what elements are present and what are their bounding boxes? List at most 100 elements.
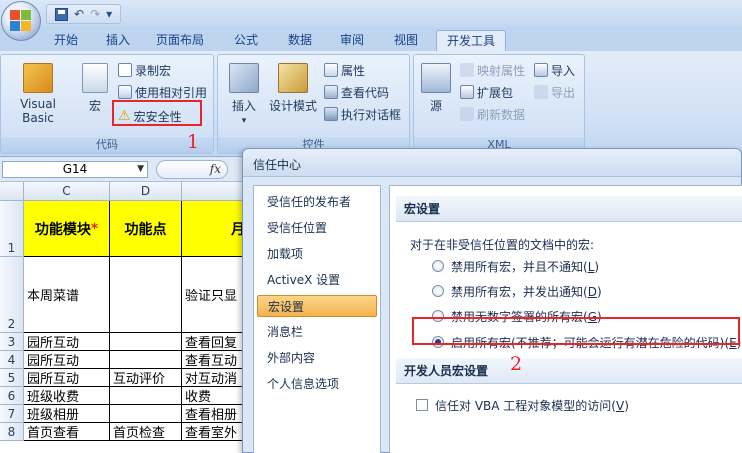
macro-security-highlight	[112, 100, 202, 126]
select-all-corner[interactable]	[0, 182, 24, 201]
tab-data[interactable]: 数据	[282, 30, 318, 51]
name-box[interactable]: G14 ▼	[2, 161, 148, 178]
insert-function-button[interactable]: fx	[156, 160, 228, 179]
source-button[interactable]: 源	[420, 63, 452, 114]
nav-trusted-locations[interactable]: 受信任位置	[257, 217, 377, 239]
view-code-icon	[324, 85, 338, 99]
row-header[interactable]: 4	[0, 351, 24, 369]
developer-macro-settings-heading: 开发人员宏设置	[396, 358, 742, 384]
table-cell[interactable]: 园所互动	[24, 333, 110, 351]
table-cell[interactable]	[110, 333, 182, 351]
relative-reference-icon	[118, 85, 132, 99]
table-cell[interactable]: 本周菜谱	[24, 257, 110, 333]
insert-control-button[interactable]: 插入 ▾	[224, 63, 264, 126]
row-header[interactable]: 1	[0, 201, 24, 257]
table-cell[interactable]: 查看相册	[182, 405, 250, 423]
annotation-number-1: 1	[187, 131, 200, 153]
table-cell[interactable]: 班级相册	[24, 405, 110, 423]
table-cell[interactable]: 查看互动	[182, 351, 250, 369]
vba-trust-checkbox[interactable]	[416, 399, 428, 411]
title-bar: ↶ ↷ ▾	[0, 0, 742, 41]
table-cell[interactable]	[110, 405, 182, 423]
nav-macro-settings[interactable]: 宏设置	[257, 295, 377, 317]
table-cell[interactable]: 首页查看	[24, 423, 110, 441]
refresh-icon	[460, 107, 474, 121]
quick-access-toolbar: ↶ ↷ ▾	[46, 4, 122, 24]
nav-message-bar[interactable]: 消息栏	[257, 321, 377, 343]
tab-review[interactable]: 审阅	[334, 30, 370, 51]
column-header-e[interactable]	[182, 182, 250, 201]
design-mode-button[interactable]: 设计模式	[266, 63, 320, 114]
enable-all-macros-highlight	[412, 317, 740, 345]
undo-icon[interactable]: ↶	[74, 7, 84, 21]
view-code-button[interactable]: 查看代码	[324, 83, 389, 101]
column-header-c[interactable]: C	[24, 182, 110, 201]
macros-icon	[82, 63, 108, 93]
tab-insert[interactable]: 插入	[100, 30, 136, 51]
trust-center-dialog: 信任中心 受信任的发布者 受信任位置 加载项 ActiveX 设置 宏设置 消息…	[242, 148, 742, 453]
dialog-title-bar[interactable]: 信任中心	[243, 149, 741, 177]
nav-trusted-publishers[interactable]: 受信任的发布者	[257, 191, 377, 213]
table-cell[interactable]	[110, 351, 182, 369]
chevron-down-icon: ▼	[137, 164, 144, 174]
export-button[interactable]: 导出	[534, 83, 575, 101]
table-cell[interactable]: 验证只显	[182, 257, 250, 333]
table-header-cell[interactable]: 月	[182, 201, 250, 257]
table-cell[interactable]	[110, 257, 182, 333]
table-cell[interactable]: 收费	[182, 387, 250, 405]
tab-view[interactable]: 视图	[388, 30, 424, 51]
tab-formulas[interactable]: 公式	[228, 30, 264, 51]
nav-activex-settings[interactable]: ActiveX 设置	[257, 269, 377, 291]
tab-home[interactable]: 开始	[48, 30, 84, 51]
nav-external-content[interactable]: 外部内容	[257, 347, 377, 369]
row-header[interactable]: 5	[0, 369, 24, 387]
tab-developer[interactable]: 开发工具	[436, 30, 506, 51]
row-header[interactable]: 2	[0, 257, 24, 333]
table-cell[interactable]: 查看回复	[182, 333, 250, 351]
record-macro-button[interactable]: 录制宏	[118, 61, 171, 79]
table-cell[interactable]: 班级收费	[24, 387, 110, 405]
properties-button[interactable]: 属性	[324, 61, 365, 79]
radio-disable-with-notify[interactable]: 禁用所有宏，并发出通知(D)	[432, 282, 602, 300]
trust-center-nav: 受信任的发布者 受信任位置 加载项 ActiveX 设置 宏设置 消息栏 外部内…	[253, 185, 381, 453]
fx-icon: fx	[209, 162, 221, 176]
column-header-d[interactable]: D	[110, 182, 182, 201]
relative-reference-button[interactable]: 使用相对引用	[118, 83, 207, 101]
annotation-number-2: 2	[510, 353, 523, 375]
nav-privacy-options[interactable]: 个人信息选项	[257, 373, 377, 395]
controls-group: 插入 ▾ 设计模式 属性 查看代码 执行对话框 控件	[217, 54, 410, 154]
save-icon[interactable]	[55, 7, 68, 21]
radio-disable-no-notify[interactable]: 禁用所有宏，并且不通知(L)	[432, 257, 599, 275]
import-button[interactable]: 导入	[534, 61, 575, 79]
radio-button[interactable]	[432, 260, 444, 272]
row-header[interactable]: 3	[0, 333, 24, 351]
table-cell[interactable]: 查看室外	[182, 423, 250, 441]
table-cell[interactable]: 对互动消	[182, 369, 250, 387]
office-button[interactable]	[1, 1, 41, 41]
row-header[interactable]: 8	[0, 423, 24, 441]
macro-settings-heading: 宏设置	[396, 196, 742, 222]
visual-basic-button[interactable]: Visual Basic	[3, 63, 73, 125]
run-dialog-button[interactable]: 执行对话框	[324, 105, 401, 123]
row-header[interactable]: 6	[0, 387, 24, 405]
tab-page-layout[interactable]: 页面布局	[150, 30, 210, 51]
redo-icon[interactable]: ↷	[90, 7, 100, 21]
expansion-packs-button[interactable]: 扩展包	[460, 83, 513, 101]
table-cell[interactable]: 园所互动	[24, 369, 110, 387]
table-header-cell[interactable]: 功能点	[110, 201, 182, 257]
table-cell[interactable]: 园所互动	[24, 351, 110, 369]
spreadsheet-grid: C D 1 功能模块 * 功能点 月 2 本周菜谱 验证只显 3 园所互动 查看回…	[0, 182, 250, 453]
table-cell[interactable]: 首页检查	[110, 423, 182, 441]
table-header-cell[interactable]: 功能模块 *	[24, 201, 110, 257]
import-icon	[534, 63, 548, 77]
map-properties-button[interactable]: 映射属性	[460, 61, 525, 79]
nav-add-ins[interactable]: 加载项	[257, 243, 377, 265]
radio-button[interactable]	[432, 285, 444, 297]
table-cell[interactable]: 互动评价	[110, 369, 182, 387]
customize-qat-icon[interactable]: ▾	[106, 7, 112, 21]
refresh-data-button[interactable]: 刷新数据	[460, 105, 525, 123]
macros-button[interactable]: 宏	[81, 63, 109, 114]
table-cell[interactable]	[110, 387, 182, 405]
row-header[interactable]: 7	[0, 405, 24, 423]
vba-trust-checkbox-row[interactable]: 信任对 VBA 工程对象模型的访问(V)	[416, 396, 629, 414]
